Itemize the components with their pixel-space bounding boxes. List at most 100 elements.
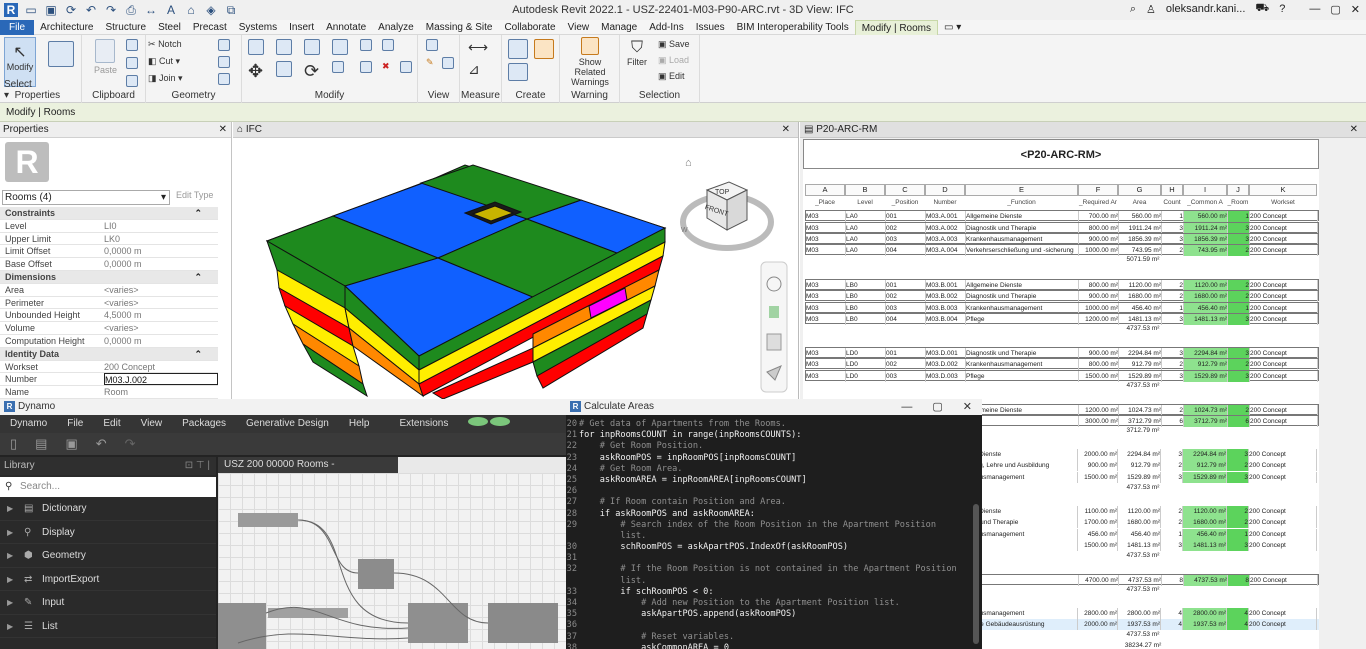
schedule-cell[interactable]: 1529.89 m² [1184, 371, 1228, 382]
schedule-cell[interactable]: 1500.00 m² [1079, 371, 1119, 382]
mirror-axis-icon[interactable] [304, 39, 320, 57]
properties-section-header[interactable]: Identity Data ⌃ [0, 347, 218, 361]
schedule-cell[interactable]: LD0 [846, 359, 886, 370]
property-row[interactable]: Area <varies> [0, 284, 218, 297]
schedule-field-header[interactable]: _Place [805, 197, 845, 208]
schedule-field-header[interactable]: _Position [885, 197, 925, 208]
ribbon-tab[interactable]: Add-Ins [643, 20, 689, 35]
code-line[interactable]: 20 # Get data of Apartments from the Room… [566, 419, 974, 430]
close-view-icon[interactable]: ✕ [782, 122, 790, 138]
schedule-cell[interactable]: 1120.00 m² [1118, 506, 1161, 517]
code-line[interactable]: 37 # Reset variables. [566, 632, 974, 643]
save-icon[interactable]: ▣ [44, 3, 58, 17]
minimize-button[interactable]: — [1309, 3, 1320, 15]
schedule-cell[interactable] [966, 416, 1079, 427]
schedule-cell[interactable]: LA0 [846, 211, 886, 222]
schedule-cell[interactable]: M03.D.002 [926, 359, 966, 370]
view-tab-schedule[interactable]: ▤ P20-ARC-RM ✕ [800, 122, 1366, 138]
schedule-field-header[interactable]: _Room [1227, 197, 1249, 208]
schedule-cell[interactable]: M03.A.001 [926, 211, 966, 222]
filter-button[interactable]: ⛉ Filter [622, 39, 652, 67]
code-text[interactable]: # Get Room Area. [579, 464, 683, 475]
schedule-row[interactable]: M03 LA0 004 M03.A.004 Verkehrserschließung u… [805, 244, 1319, 256]
close-hidden-icon[interactable]: ⧉ [224, 3, 238, 17]
schedule-cell[interactable]: Diagnostik und Therapie [966, 291, 1079, 302]
schedule-column-header[interactable]: D [925, 184, 965, 196]
edit-selection-button[interactable]: ▣ Edit [658, 71, 698, 82]
schedule-cell[interactable]: 1 [1227, 529, 1249, 540]
schedule-cell[interactable]: M03 [806, 359, 846, 370]
schedule-cell[interactable]: 560.00 m² [1184, 211, 1228, 222]
schedule-cell[interactable]: LD0 [846, 371, 886, 382]
property-value[interactable]: Room [104, 386, 218, 398]
property-row[interactable]: Perimeter <varies> [0, 297, 218, 310]
code-text[interactable]: list. [579, 576, 646, 587]
schedule-cell[interactable]: Verkehrserschließung und -sicherung [966, 245, 1079, 256]
schedule-cell[interactable]: 4 [1161, 608, 1183, 619]
schedule-cell[interactable]: 200 Concept [1249, 619, 1317, 630]
schedule-cell[interactable]: 2 [1228, 291, 1250, 302]
schedule-cell[interactable]: 1 [1161, 529, 1183, 540]
schedule-cell[interactable]: 2 [1228, 245, 1250, 256]
notch-button[interactable]: ✂ Notch [148, 39, 208, 50]
library-category[interactable]: ▶ ⇄ ImportExport [0, 568, 216, 591]
dynamo-menu-item[interactable]: Packages [172, 415, 236, 433]
schedule-cell[interactable]: 3 [1161, 540, 1183, 551]
match-type-icon[interactable] [126, 75, 138, 89]
ribbon-tab[interactable]: Collaborate [498, 20, 561, 35]
schedule-column-header[interactable]: H [1161, 184, 1183, 196]
schedule-column-header[interactable]: J [1227, 184, 1249, 196]
load-selection-button[interactable]: ▣ Load [658, 55, 698, 66]
property-value[interactable]: <varies> [104, 322, 218, 334]
workspace-grid[interactable] [218, 473, 566, 649]
collapse-icon[interactable]: ⌃ [194, 271, 202, 284]
ribbon-tab[interactable]: Insert [283, 20, 320, 35]
close-schedule-icon[interactable]: ✕ [1350, 122, 1358, 138]
schedule-cell[interactable]: M03 [806, 314, 846, 325]
property-value[interactable]: LK0 [104, 233, 218, 245]
schedule-cell[interactable]: 1200.00 m² [1079, 314, 1119, 325]
property-value[interactable]: <varies> [104, 297, 218, 309]
schedule-cell[interactable]: e [966, 575, 1079, 586]
schedule-cell[interactable]: 1000.00 m² [1079, 245, 1119, 256]
schedule-cell[interactable]: 1 [1162, 211, 1184, 222]
schedule-cell[interactable]: 2 [1162, 291, 1184, 302]
schedule-cell[interactable]: 004 [886, 245, 926, 256]
schedule-cell[interactable]: 3 [1161, 472, 1183, 483]
property-row[interactable]: Volume <varies> [0, 322, 218, 335]
schedule-cell[interactable]: 743.95 m² [1119, 245, 1162, 256]
library-category[interactable]: ▶ ⬢ Geometry [0, 544, 216, 568]
schedule-row[interactable]: M03 LB0 001 M03.B.001 Allgemeine Dienste 800.… [805, 279, 1319, 291]
schedule-column-header[interactable]: I [1183, 184, 1227, 196]
schedule-row[interactable]: M03 LB0 003 M03.B.003 Krankenhausmanagement 1… [805, 302, 1319, 314]
extensions-status-icon[interactable] [458, 415, 520, 433]
code-text[interactable]: # Get data of Apartments from the Rooms. [579, 419, 786, 430]
schedule-cell[interactable]: 900.00 m² [1078, 460, 1118, 471]
workspace-tab[interactable]: USZ 200 00000 Rooms - Calculation.dyn✕ [218, 457, 398, 486]
cut-icon[interactable] [126, 39, 138, 53]
code-line[interactable]: 21 for inpRoomsCOUNT in range(inpRoomsCOU… [566, 430, 974, 441]
text-icon[interactable]: A [164, 3, 178, 17]
code-line[interactable]: 27 # If Room contain Position and Area. [566, 497, 974, 508]
schedule-cell[interactable]: 1700.00 m² [1078, 517, 1118, 528]
building-model[interactable]: TOP FRONT W ⌂ [233, 138, 799, 399]
schedule-field-header[interactable]: Count [1161, 197, 1183, 208]
schedule-cell[interactable]: 002 [886, 359, 926, 370]
schedule-cell[interactable]: 1120.00 m² [1183, 506, 1227, 517]
schedule-cell[interactable]: 200 Concept [1250, 416, 1318, 427]
schedule-cell[interactable]: 200 Concept [1250, 575, 1318, 586]
schedule-cell[interactable]: 200 Concept [1249, 449, 1317, 460]
ribbon-tab[interactable]: Precast [187, 20, 233, 35]
code-text[interactable]: # If Room contain Position and Area. [579, 497, 786, 508]
editor-scrollbar[interactable] [973, 504, 979, 644]
property-row[interactable]: Upper Limit LK0 [0, 233, 218, 246]
revit-logo-icon[interactable]: R [4, 3, 18, 17]
trim-icon[interactable] [332, 61, 344, 75]
split-icon[interactable] [360, 39, 372, 53]
schedule-column-header[interactable]: A [805, 184, 845, 196]
schedule-cell[interactable]: 3 [1162, 371, 1184, 382]
collapse-icon[interactable]: ⌃ [194, 348, 202, 361]
offset-icon[interactable] [276, 39, 292, 57]
cut-geometry-button[interactable]: ◧ Cut ▾ [148, 56, 208, 67]
schedule-cell[interactable]: 456.40 m² [1183, 529, 1227, 540]
